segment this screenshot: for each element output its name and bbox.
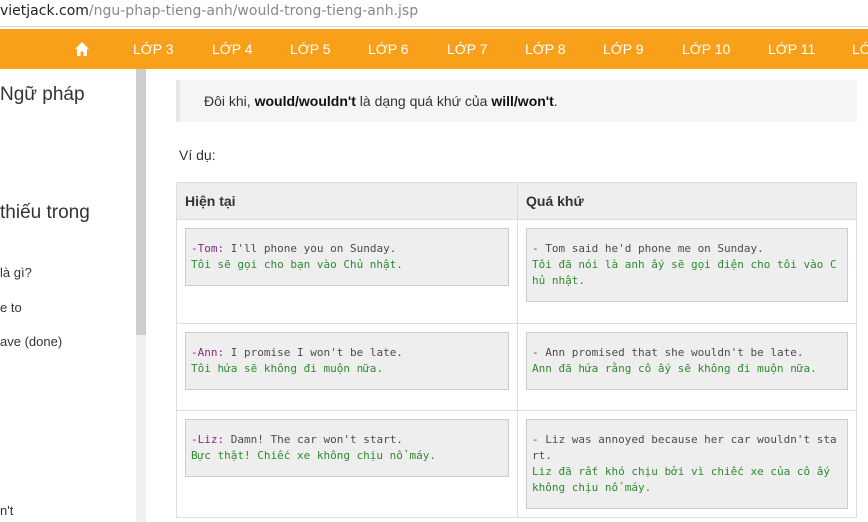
english-line: - Ann promised that she wouldn't be late…	[532, 346, 804, 359]
nav-item-lop-9[interactable]: LỚP 9	[603, 41, 644, 57]
url-text[interactable]: vietjack.com/ngu-phap-tieng-anh/would-tr…	[0, 3, 418, 19]
code-box: -Liz: Damn! The car won't start. Bực thậ…	[185, 419, 509, 477]
table-cell-present: -Ann: I promise I won't be late. Tôi hứa…	[176, 323, 518, 411]
speaker: -Liz:	[191, 433, 225, 446]
note-mid: là dạng quá khứ của	[355, 93, 492, 109]
vietnamese-line: Tôi hứa sẽ không đi muộn nữa.	[191, 362, 384, 375]
note-prefix: Đôi khi,	[204, 93, 255, 109]
vietnamese-line: Tôi sẽ gọi cho bạn vào Chủ nhật.	[191, 258, 403, 271]
code-box: - Liz was annoyed because her car wouldn…	[526, 419, 848, 509]
sidebar-link-la-gi[interactable]: là gì?	[0, 265, 32, 280]
note-bold-will: will/won't	[491, 93, 554, 109]
url-host: vietjack.com	[0, 3, 89, 19]
note-text: Đôi khi, would/wouldn't là dạng quá khứ …	[204, 93, 558, 109]
nav-item-lop-4[interactable]: LỚP 4	[212, 41, 253, 57]
english-line: Damn! The car won't start.	[224, 433, 403, 446]
sidebar-scrollbar-thumb[interactable]	[136, 69, 146, 335]
code-box: - Ann promised that she wouldn't be late…	[526, 332, 848, 390]
nav-item-lop-5[interactable]: LỚP 5	[290, 41, 331, 57]
table-cell-present: -Liz: Damn! The car won't start. Bực thậ…	[176, 410, 518, 518]
english-line: I promise I won't be late.	[224, 346, 403, 359]
top-nav: LỚP 3 LỚP 4 LỚP 5 LỚP 6 LỚP 7 LỚP 8 LỚP …	[0, 29, 868, 69]
nav-item-lop-10[interactable]: LỚP 10	[682, 41, 730, 57]
code-box: -Tom: I'll phone you on Sunday. Tôi sẽ g…	[185, 228, 509, 286]
vietnamese-line: Bực thật! Chiếc xe không chịu nổ máy.	[191, 449, 437, 462]
nav-item-lop-3[interactable]: LỚP 3	[133, 41, 174, 57]
vietnamese-line: Liz đã rất khó chịu bởi vì chiếc xe của …	[532, 465, 831, 494]
sidebar-link-e-to[interactable]: e to	[0, 300, 22, 315]
home-icon[interactable]	[74, 41, 90, 57]
nav-item-lop-11[interactable]: LỚP 11	[768, 41, 815, 57]
speaker: -Ann:	[191, 346, 225, 359]
examples-table: Hiện tại Quá khứ -Tom: I'll phone you on…	[176, 182, 857, 518]
code-box: - Tom said he'd phone me on Sunday. Tôi …	[526, 228, 848, 302]
nav-item-lop-7[interactable]: LỚP 7	[447, 41, 488, 57]
english-line: - Tom said he'd phone me on Sunday.	[532, 242, 764, 255]
header-past: Quá khứ	[517, 182, 857, 220]
sidebar: Ngữ pháp thiếu trong là gì? e to ave (do…	[0, 69, 146, 522]
vietnamese-line: Tôi đã nói là anh ấy sẽ gọi điện cho tôi…	[532, 258, 837, 287]
note-bold-would: would/wouldn't	[254, 93, 356, 109]
note-box: Đôi khi, would/wouldn't là dạng quá khứ …	[176, 80, 857, 122]
sidebar-heading-thieu-trong[interactable]: thiếu trong	[0, 202, 90, 224]
note-suffix: .	[553, 93, 558, 109]
table-cell-past: - Liz was annoyed because her car wouldn…	[517, 410, 857, 518]
example-label: Ví dụ:	[179, 147, 216, 163]
address-bar[interactable]: vietjack.com/ngu-phap-tieng-anh/would-tr…	[0, 0, 868, 27]
table-cell-present: -Tom: I'll phone you on Sunday. Tôi sẽ g…	[176, 219, 518, 324]
vietnamese-line: Ann đã hứa rằng cô ấy sẽ không đi muộn n…	[532, 362, 817, 375]
url-path: /ngu-phap-tieng-anh/would-trong-tieng-an…	[88, 3, 419, 19]
sidebar-link-nt[interactable]: n't	[0, 503, 13, 518]
table-row: -Liz: Damn! The car won't start. Bực thậ…	[176, 410, 857, 518]
nav-item-lop-6[interactable]: LỚP 6	[368, 41, 409, 57]
sidebar-heading-ngu-phap[interactable]: Ngữ pháp	[0, 84, 85, 106]
english-line: - Liz was annoyed because her car wouldn…	[532, 433, 837, 462]
table-cell-past: - Tom said he'd phone me on Sunday. Tôi …	[517, 219, 857, 324]
sidebar-link-ave-done[interactable]: ave (done)	[0, 334, 62, 349]
code-box: -Ann: I promise I won't be late. Tôi hứa…	[185, 332, 509, 390]
header-present: Hiện tại	[176, 182, 518, 220]
table-cell-past: - Ann promised that she wouldn't be late…	[517, 323, 857, 411]
table-row: -Tom: I'll phone you on Sunday. Tôi sẽ g…	[176, 219, 857, 324]
nav-item-lop-8[interactable]: LỚP 8	[525, 41, 566, 57]
english-line: I'll phone you on Sunday.	[224, 242, 397, 255]
table-row: -Ann: I promise I won't be late. Tôi hứa…	[176, 323, 857, 411]
speaker: -Tom:	[191, 242, 225, 255]
table-header-row: Hiện tại Quá khứ	[176, 182, 857, 220]
nav-item-lop-12[interactable]: LỚ	[852, 41, 868, 57]
